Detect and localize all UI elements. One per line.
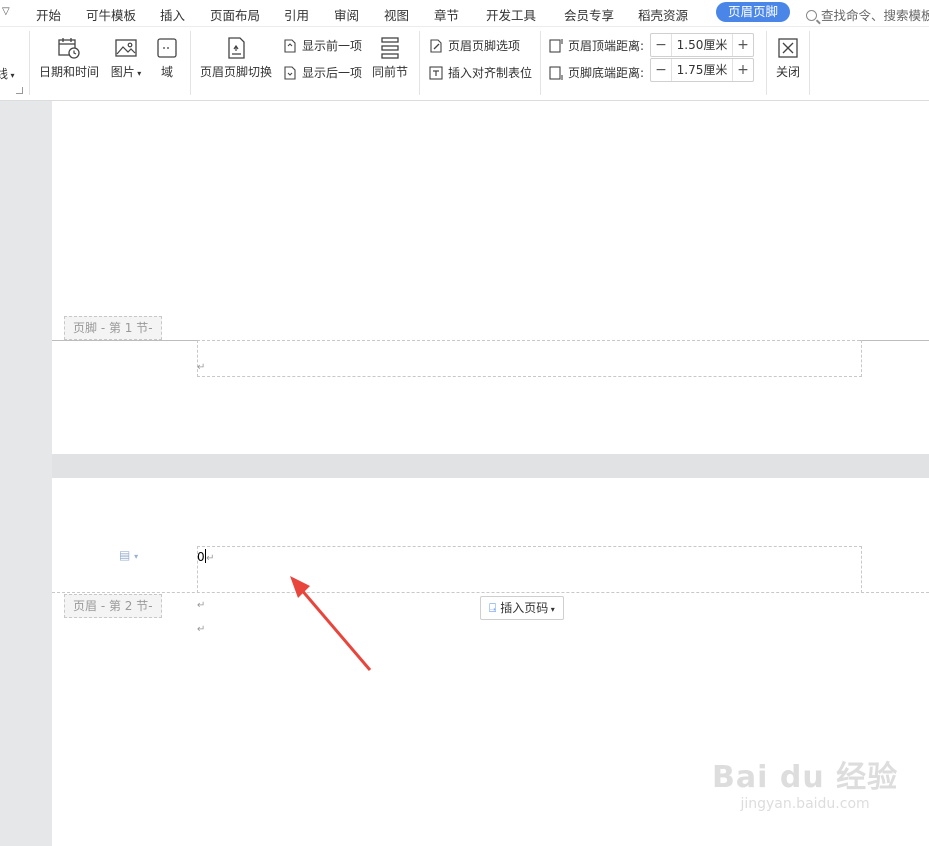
- watermark-brand: Bai du 经验: [712, 760, 899, 795]
- document-icon[interactable]: ▤ ▾: [119, 548, 138, 562]
- decrease-button[interactable]: −: [651, 34, 671, 56]
- show-next-label: 显示后一项: [302, 66, 363, 80]
- decrease-button[interactable]: −: [651, 59, 671, 81]
- chevron-down-icon: ▾: [134, 69, 142, 78]
- show-next-button[interactable]: 显示后一项: [282, 64, 362, 81]
- header-footer-switch-icon: [228, 37, 245, 59]
- tab-insert[interactable]: 插入: [160, 5, 185, 24]
- footer-bottom-distance-stepper[interactable]: − 1.75厘米 +: [650, 58, 754, 82]
- header-section-label: 页眉 - 第 2 节-: [64, 594, 162, 618]
- header-footer-switch-label: 页眉页脚切换: [199, 65, 272, 79]
- paragraph-mark: ↵: [206, 553, 215, 564]
- tab-review[interactable]: 审阅: [334, 5, 359, 24]
- picture-icon: [115, 39, 137, 57]
- insert-align-tab-icon: [429, 65, 443, 80]
- watermark-url: jingyan.baidu.com: [740, 796, 870, 812]
- tab-view[interactable]: 视图: [384, 5, 409, 24]
- divider: [766, 31, 767, 95]
- show-previous-button[interactable]: 显示前一项: [282, 37, 362, 54]
- footer-bottom-distance-text: 页脚底端距离:: [568, 66, 645, 80]
- document-page-1[interactable]: [52, 101, 929, 454]
- tab-member[interactable]: 会员专享: [564, 5, 614, 24]
- field-button[interactable]: 域: [154, 36, 180, 80]
- same-as-previous-icon: [381, 37, 399, 59]
- header-footer-options-label: 页眉页脚选项: [448, 39, 521, 53]
- footer-section-label: 页脚 - 第 1 节-: [64, 316, 162, 340]
- tab-section[interactable]: 章节: [434, 5, 459, 24]
- left-gutter: [0, 101, 52, 846]
- divider: [419, 31, 420, 95]
- show-previous-icon: [284, 38, 296, 53]
- header-top-distance-icon: [549, 38, 563, 53]
- calendar-clock-icon: [58, 38, 80, 59]
- footer-bottom-distance-input[interactable]: 1.75厘米: [671, 59, 733, 81]
- picture-label: 图片: [110, 65, 135, 79]
- search-placeholder: 查找命令、搜索模板: [821, 8, 929, 23]
- picture-button[interactable]: 图片 ▾: [108, 36, 144, 80]
- footer-bottom-distance-icon: [549, 65, 563, 80]
- header-footer-options-icon: [430, 38, 442, 53]
- date-time-label: 日期和时间: [38, 65, 99, 79]
- insert-align-tab-label: 插入对齐制表位: [448, 66, 533, 80]
- divider: [190, 31, 191, 95]
- field-icon: [157, 38, 177, 58]
- header-boundary-line: [52, 592, 929, 593]
- line-dropdown-button[interactable]: 线 ▾: [0, 65, 15, 82]
- tab-keniu-templates[interactable]: 可牛模板: [86, 5, 136, 24]
- paragraph-mark: ↵: [197, 600, 206, 611]
- tab-start[interactable]: 开始: [36, 5, 61, 24]
- group-launcher-icon[interactable]: [16, 87, 23, 94]
- date-time-button[interactable]: 日期和时间: [38, 36, 100, 80]
- insert-page-number-label: 插入页码: [500, 601, 549, 615]
- chevron-down-icon[interactable]: ▽: [2, 6, 10, 17]
- insert-align-tab-button[interactable]: 插入对齐制表位: [428, 64, 532, 81]
- paragraph-mark: ↵: [197, 362, 206, 373]
- increase-button[interactable]: +: [733, 59, 753, 81]
- close-icon: [778, 38, 798, 58]
- footer-bottom-distance-label: 页脚底端距离:: [548, 64, 644, 81]
- header-top-distance-label: 页眉顶端距离:: [548, 37, 644, 54]
- same-as-previous-label: 同前节: [371, 65, 408, 79]
- insert-page-number-button[interactable]: ⍈ 插入页码 ▾: [480, 596, 564, 620]
- show-previous-label: 显示前一项: [302, 39, 363, 53]
- divider: [809, 31, 810, 95]
- same-as-previous-button[interactable]: 同前节: [370, 36, 410, 80]
- annotation-arrow-icon: [290, 576, 372, 671]
- menu-bar: ▽ 开始 可牛模板 插入 页面布局 引用 审阅 视图 章节 开发工具 会员专享 …: [0, 0, 929, 27]
- footer-edit-area[interactable]: [197, 340, 862, 377]
- page-gap: [52, 454, 929, 478]
- paragraph-mark: ↵: [197, 624, 206, 635]
- divider: [29, 31, 30, 95]
- tab-developer-tools[interactable]: 开发工具: [486, 5, 536, 24]
- increase-button[interactable]: +: [733, 34, 753, 56]
- header-text[interactable]: 0 ↵: [197, 549, 215, 564]
- header-footer-options-button[interactable]: 页眉页脚选项: [428, 37, 520, 54]
- ribbon-toolbar: 线 ▾ 日期和时间 图片 ▾ 域 页眉页脚切换 显示前一项 显示后一项 同前节 …: [0, 27, 929, 101]
- tab-page-layout[interactable]: 页面布局: [210, 5, 260, 24]
- tab-header-footer[interactable]: 页眉页脚: [716, 2, 791, 22]
- watermark-logo: Bai du 经验 jingyan.baidu.com: [712, 752, 898, 812]
- chevron-down-icon: ▾: [548, 605, 555, 614]
- footer-boundary-line: [860, 340, 929, 341]
- line-label: 线: [0, 67, 9, 81]
- header-text-value: 0: [197, 550, 205, 564]
- divider: [540, 31, 541, 95]
- search-box[interactable]: 查找命令、搜索模板: [806, 5, 929, 24]
- page-number-icon: ⍈: [489, 601, 497, 615]
- header-top-distance-stepper[interactable]: − 1.50厘米 +: [650, 33, 754, 57]
- show-next-icon: [284, 65, 296, 80]
- header-footer-switch-button[interactable]: 页眉页脚切换: [198, 36, 274, 80]
- tab-references[interactable]: 引用: [284, 5, 309, 24]
- header-top-distance-text: 页眉顶端距离:: [568, 39, 645, 53]
- tab-docer-resources[interactable]: 稻壳资源: [638, 5, 688, 24]
- field-label: 域: [160, 65, 173, 79]
- header-top-distance-input[interactable]: 1.50厘米: [671, 34, 733, 56]
- search-icon: [806, 10, 817, 21]
- footer-boundary-line: [52, 340, 197, 341]
- close-header-footer-button[interactable]: 关闭: [774, 36, 802, 80]
- close-label: 关闭: [775, 65, 800, 79]
